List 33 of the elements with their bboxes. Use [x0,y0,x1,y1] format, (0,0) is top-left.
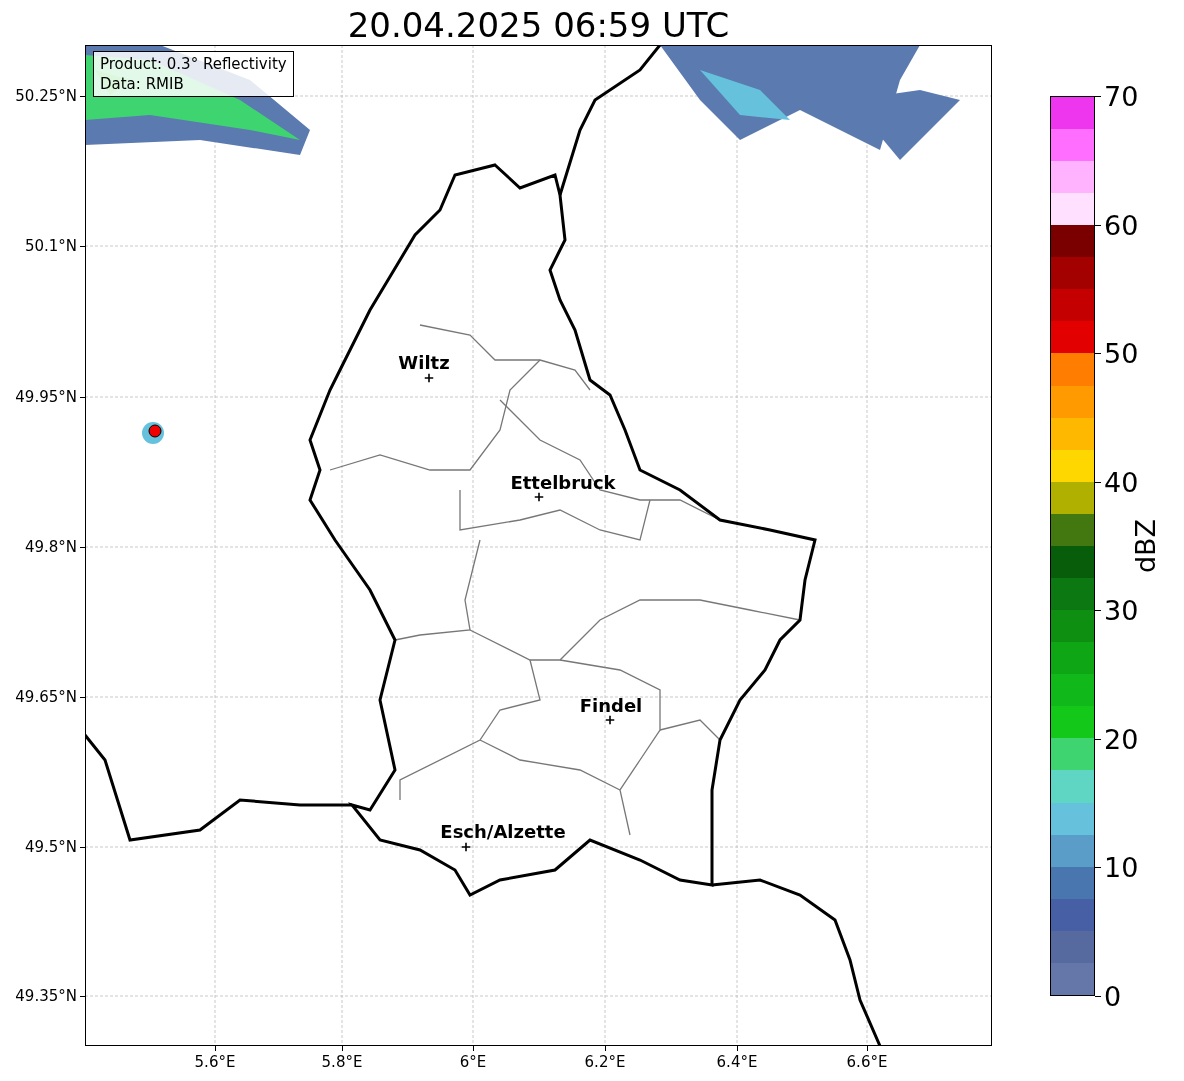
latitude-label: 49.65°N [14,688,77,706]
scale-tick-label: 30 [1104,596,1139,624]
city-label: Wiltz [398,351,450,373]
longitude-label: 6°E [459,1053,487,1071]
chart-title: 20.04.2025 06:59 UTC [347,5,730,45]
info-text: Data: RMIB [100,74,185,94]
latitude-label: 50.25°N [14,87,77,105]
scale-tick-label: 70 [1104,82,1139,110]
city-label: Findel [579,694,643,716]
scale-tick-label: 0 [1104,982,1122,1010]
city-marker-icon [424,373,434,383]
longitude-label: 5.8°E [321,1053,363,1071]
latitude-label: 49.35°N [14,987,77,1005]
info-text: Product: 0.3° Reflectivity [100,54,287,74]
city-marker-icon [534,492,544,502]
latitude-label: 49.95°N [14,388,77,406]
latitude-label: 49.5°N [23,838,77,856]
scale-tick-label: 50 [1104,339,1139,367]
longitude-label: 6.2°E [584,1053,626,1071]
longitude-label: 6.4°E [716,1053,758,1071]
city-marker-icon [461,842,471,852]
scale-unit-label: dBZ [1129,518,1161,574]
longitude-label: 6.6°E [846,1053,888,1071]
scale-tick-label: 60 [1104,211,1139,239]
latitude-label: 50.1°N [23,237,77,255]
scale-tick-label: 10 [1104,853,1139,881]
scale-tick-label: 20 [1104,725,1139,753]
longitude-label: 5.6°E [194,1053,236,1071]
scale-tick-label: 40 [1104,468,1139,496]
city-marker-icon [605,715,615,725]
city-label: Esch/Alzette [440,820,566,842]
latitude-label: 49.8°N [23,538,77,556]
city-label: Ettelbruck [510,471,616,493]
